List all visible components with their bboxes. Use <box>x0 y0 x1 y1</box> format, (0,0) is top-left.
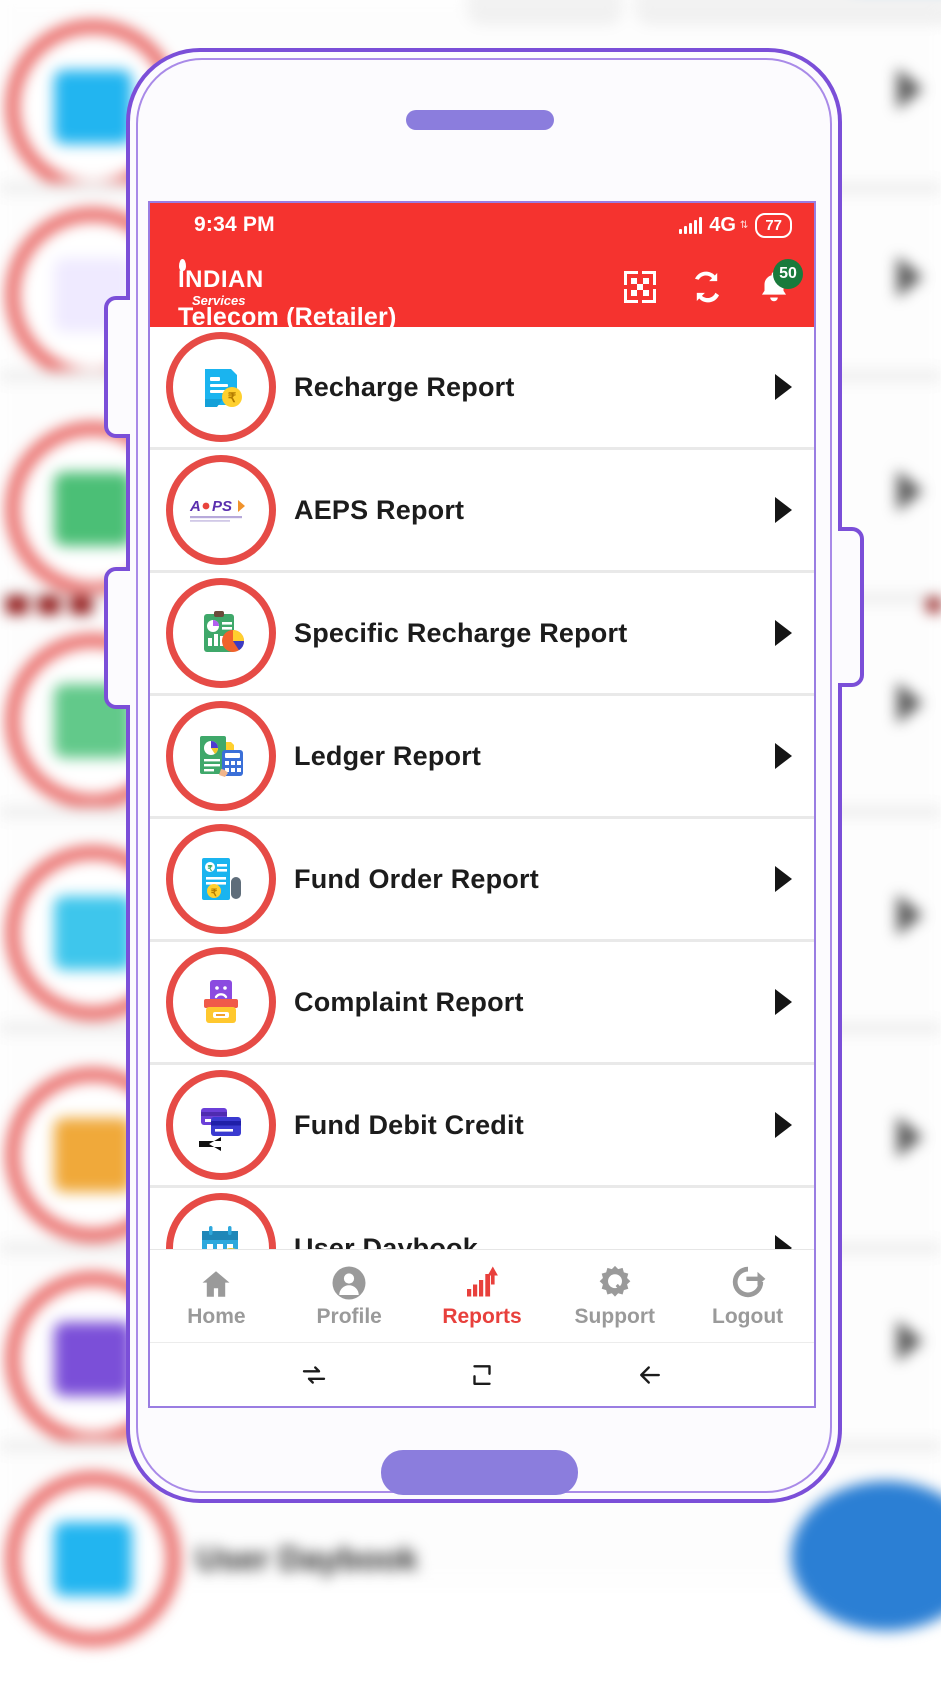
list-item-label: User Daybook <box>294 1232 478 1250</box>
report-list[interactable]: ₹ Recharge Report A PS AEPS Report Speci… <box>150 327 814 1249</box>
svg-text:₹: ₹ <box>228 390 237 405</box>
app-screen: 9:34 PM 4G ⇅ 77 INDIAN Services 50 Telec… <box>148 201 816 1408</box>
recent-apps-icon <box>302 1365 326 1384</box>
chevron-right-icon <box>775 743 792 769</box>
page-title: Telecom (Retailer) <box>178 303 397 331</box>
recent-apps-button[interactable] <box>299 1360 329 1390</box>
signal-strength-icon <box>679 216 703 234</box>
logout-icon <box>729 1263 767 1301</box>
recharge-report-icon: ₹ <box>166 332 276 442</box>
notification-badge: 50 <box>773 259 803 289</box>
nav-item-reports[interactable]: Reports <box>416 1263 549 1329</box>
profile-icon <box>331 1263 367 1301</box>
nav-item-logout[interactable]: Logout <box>681 1263 814 1329</box>
refresh-button[interactable] <box>687 267 727 307</box>
svg-text:₹: ₹ <box>211 888 218 899</box>
background-top-cards <box>470 0 941 20</box>
list-item-fund-debit-credit[interactable]: Fund Debit Credit <box>150 1065 814 1185</box>
brand-logo: INDIAN Services <box>178 258 264 307</box>
list-item-fund-order-report[interactable]: ₹ ₹ Fund Order Report <box>150 819 814 939</box>
nav-label: Reports <box>442 1305 522 1328</box>
app-bar: 9:34 PM 4G ⇅ 77 INDIAN Services 50 Telec… <box>150 203 814 331</box>
nav-label: Support <box>574 1305 656 1328</box>
volume-up-button[interactable] <box>104 296 130 438</box>
qr-scan-button[interactable] <box>620 267 660 307</box>
list-item-label: Complaint Report <box>294 986 524 1017</box>
list-item-aeps-report[interactable]: A PS AEPS Report <box>150 450 814 570</box>
chevron-right-icon <box>775 620 792 646</box>
ledger-report-icon <box>166 701 276 811</box>
back-arrow-icon <box>640 1365 660 1384</box>
list-item-label: Specific Recharge Report <box>294 617 628 648</box>
volume-down-button[interactable] <box>104 567 130 709</box>
nav-item-home[interactable]: Home <box>150 1263 283 1329</box>
gear-wrench-icon <box>596 1263 634 1301</box>
chevron-right-icon <box>775 1112 792 1138</box>
list-item-user-daybook[interactable]: User Daybook <box>150 1188 814 1249</box>
nav-item-support[interactable]: Support <box>548 1263 681 1329</box>
background-dot-right <box>927 598 941 612</box>
list-item-complaint-report[interactable]: Complaint Report <box>150 942 814 1062</box>
user-daybook-icon <box>166 1193 276 1249</box>
home-square-icon <box>473 1364 491 1385</box>
list-item-recharge-report[interactable]: ₹ Recharge Report <box>150 327 814 447</box>
list-item-ledger-report[interactable]: Ledger Report <box>150 696 814 816</box>
list-item-specific-recharge-report[interactable]: Specific Recharge Report <box>150 573 814 693</box>
status-clock: 9:34 PM <box>194 213 275 236</box>
qr-scan-icon <box>624 271 656 303</box>
specific-recharge-report-icon <box>166 578 276 688</box>
nav-label: Profile <box>316 1305 382 1328</box>
svg-text:A: A <box>189 498 201 515</box>
fund-debit-credit-icon <box>166 1070 276 1180</box>
notifications-button[interactable]: 50 <box>754 259 803 307</box>
refresh-icon <box>695 271 719 303</box>
svg-text:PS: PS <box>212 498 232 515</box>
nav-label: Logout <box>712 1305 784 1328</box>
app-bar-actions: 50 <box>620 259 803 307</box>
home-indicator[interactable] <box>381 1450 578 1495</box>
home-button[interactable] <box>467 1360 497 1390</box>
svg-text:₹: ₹ <box>207 864 212 873</box>
chevron-right-icon <box>775 497 792 523</box>
reports-chart-icon <box>462 1263 502 1301</box>
background-card-right <box>638 0 941 18</box>
battery-indicator: 77 <box>755 212 792 238</box>
power-button[interactable] <box>838 527 864 687</box>
system-navigation-bar <box>150 1342 814 1406</box>
complaint-report-icon <box>166 947 276 1057</box>
nav-item-profile[interactable]: Profile <box>283 1263 416 1329</box>
bottom-navigation: Home Profile Reports Support Logout <box>150 1249 814 1342</box>
list-item-label: Recharge Report <box>294 371 515 402</box>
fund-order-report-icon: ₹ ₹ <box>166 824 276 934</box>
nav-label: Home <box>187 1305 246 1328</box>
list-item-label: Fund Order Report <box>294 863 539 894</box>
chevron-right-icon <box>775 1235 792 1249</box>
chevron-right-icon <box>775 866 792 892</box>
earpiece-speaker <box>406 110 554 130</box>
status-bar: 9:34 PM 4G ⇅ 77 <box>150 203 814 247</box>
network-type-label: 4G <box>709 213 736 236</box>
brand-name: INDIAN <box>178 265 264 293</box>
data-transfer-icon: ⇅ <box>739 219 749 231</box>
chevron-right-icon <box>775 989 792 1015</box>
background-card-left <box>470 0 620 18</box>
list-item-label: Fund Debit Credit <box>294 1109 524 1140</box>
list-item-label: AEPS Report <box>294 494 465 525</box>
chevron-right-icon <box>775 374 792 400</box>
aeps-report-icon: A PS <box>166 455 276 565</box>
back-button[interactable] <box>635 1360 665 1390</box>
flame-icon <box>179 258 186 271</box>
home-icon <box>197 1263 235 1301</box>
list-item-label: Ledger Report <box>294 740 482 771</box>
